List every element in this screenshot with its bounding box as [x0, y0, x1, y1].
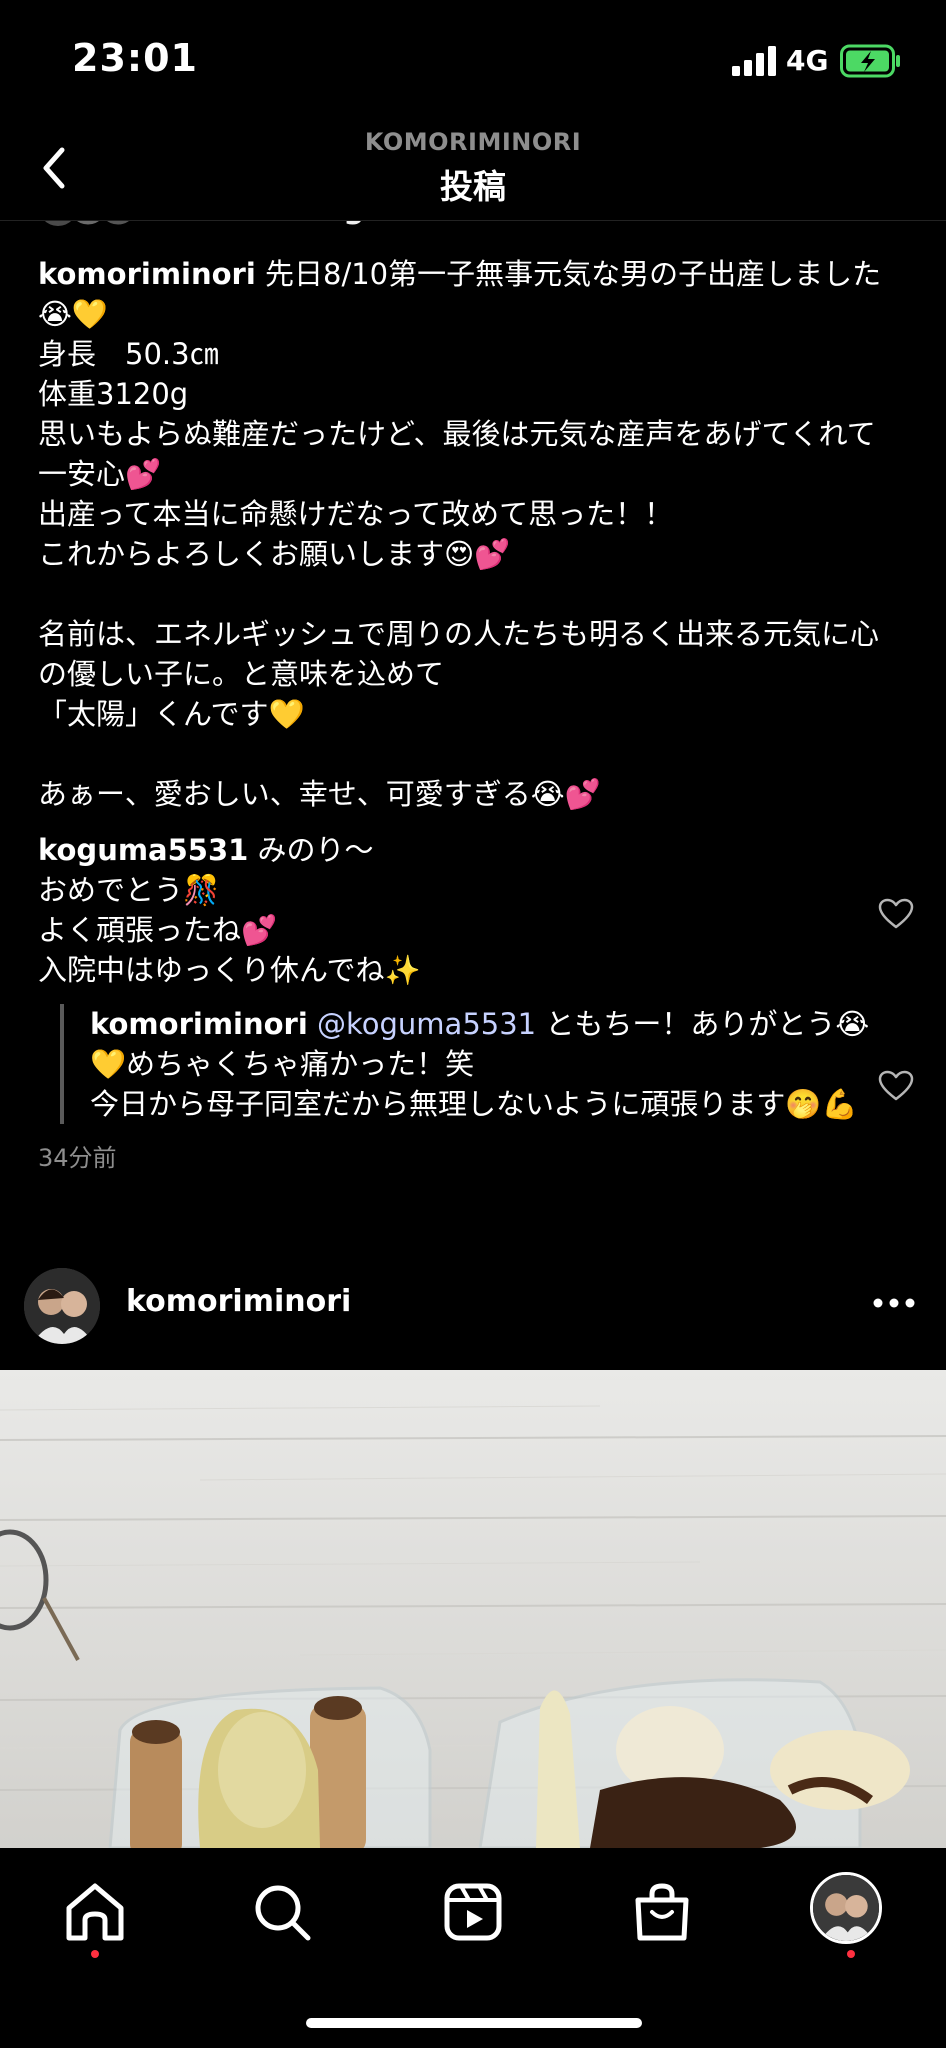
profile-avatar[interactable] [810, 1872, 882, 1944]
nav-username: KOMORIMINORI [364, 128, 582, 156]
status-time: 23:01 [72, 36, 198, 80]
tab-bar [0, 1848, 946, 2048]
post-header: komoriminori [0, 1258, 946, 1354]
more-options-icon[interactable] [872, 1296, 916, 1310]
comments-thread: komoriminori 先日8/10第一子無事元気な男の子出産しました😭💛 身… [38, 254, 898, 1178]
home-notification-dot [91, 1950, 99, 1958]
status-bar: 23:01 4G [0, 0, 946, 120]
avatar-image [24, 1268, 100, 1344]
comment-reply: komoriminori @koguma5531 ともちー！ありがとう😭💛めちゃ… [60, 1004, 890, 1124]
post-timestamp: 34分前 [38, 1144, 117, 1172]
comment-username[interactable]: koguma5531 [38, 833, 248, 867]
dessert-photo [0, 1370, 946, 1848]
post-caption: komoriminori 先日8/10第一子無事元気な男の子出産しました😭💛 身… [38, 254, 898, 814]
profile-notification-dot [847, 1950, 855, 1958]
shop-icon[interactable] [622, 1872, 702, 1952]
profile-avatar-image [813, 1875, 879, 1941]
home-icon[interactable] [55, 1872, 135, 1952]
home-indicator [306, 2018, 642, 2028]
battery-icon [840, 44, 900, 78]
reels-icon[interactable] [433, 1872, 513, 1952]
signal-icon [732, 46, 776, 76]
post-avatar[interactable] [24, 1268, 100, 1344]
post-username[interactable]: komoriminori [126, 1284, 351, 1319]
network-type: 4G [786, 44, 829, 77]
post-photo[interactable] [0, 1370, 946, 1848]
comment: koguma5531 みのり〜 おめでとう🎊 よく頑張ったね💕 入院中はゆっくり… [38, 830, 858, 990]
nav-bar: KOMORIMINORI 投稿 [0, 120, 946, 221]
search-icon[interactable] [242, 1872, 322, 1952]
caption-username[interactable]: komoriminori [38, 257, 256, 291]
reply-username[interactable]: komoriminori [90, 1007, 308, 1041]
caption-text: 先日8/10第一子無事元気な男の子出産しました😭💛 身長 50.3㎝ 体重312… [38, 257, 882, 811]
page-title: 投稿 [440, 167, 506, 206]
reply-mention[interactable]: @koguma5531 [308, 1007, 536, 1041]
